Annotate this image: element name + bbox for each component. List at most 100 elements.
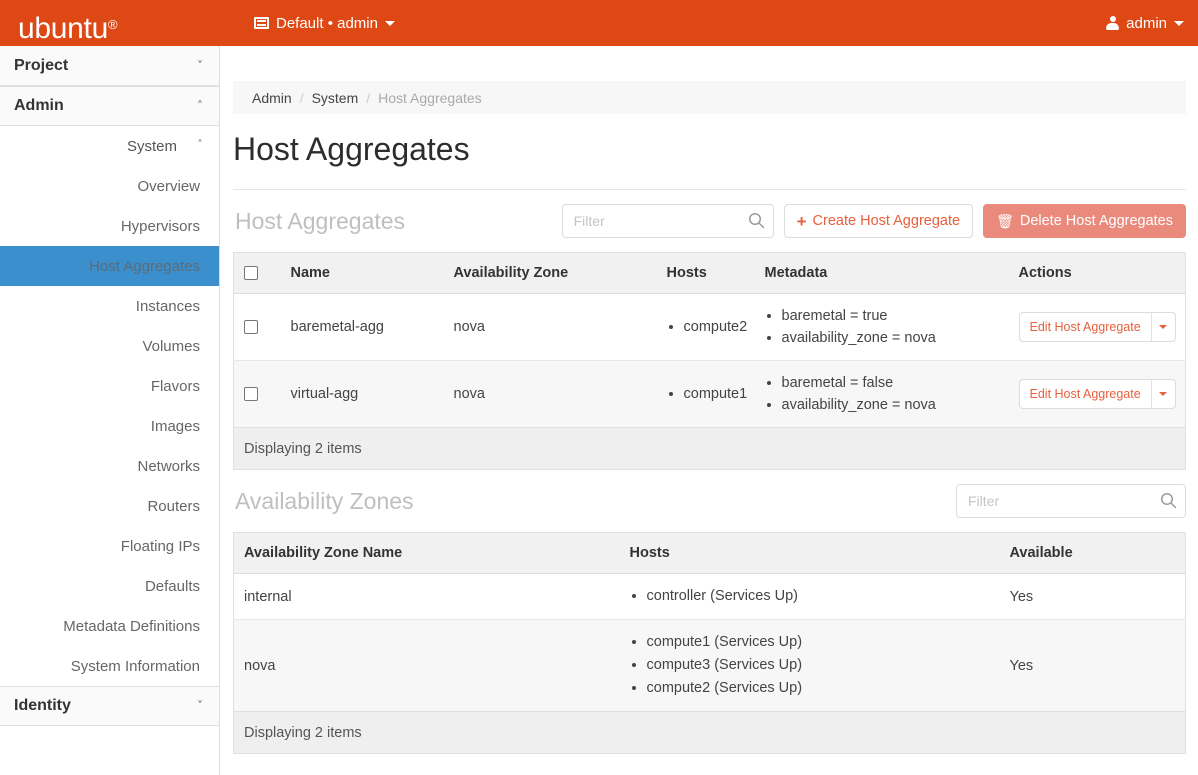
ubuntu-logo[interactable]: ubuntu®	[18, 4, 117, 48]
column-header-available: Available	[1000, 533, 1186, 574]
sidebar-group-project[interactable]: Project ˅	[0, 46, 219, 86]
breadcrumb-item-current: Host Aggregates	[378, 90, 482, 106]
host-aggregates-actions: + Create Host Aggregate 🗑 Delete Host Ag…	[562, 204, 1186, 238]
row-actions-dropdown-toggle[interactable]	[1151, 380, 1175, 408]
sidebar-item-label: Images	[151, 418, 200, 435]
cell-zone-name: internal	[234, 574, 620, 620]
metadata-item: baremetal = true	[782, 305, 999, 327]
delete-host-aggregates-label: Delete Host Aggregates	[1020, 213, 1173, 229]
cell-name: virtual-agg	[281, 361, 444, 428]
sidebar-item-system-information[interactable]: System Information	[0, 646, 219, 686]
projects-list-icon	[254, 17, 269, 29]
chevron-down-icon	[1174, 21, 1184, 26]
sidebar-item-hypervisors[interactable]: Hypervisors	[0, 206, 219, 246]
row-select-cell	[234, 361, 281, 428]
sidebar-item-images[interactable]: Images	[0, 406, 219, 446]
host-item: compute2 (Services Up)	[647, 677, 990, 700]
table-row: nova compute1 (Services Up) compute3 (Se…	[234, 620, 1186, 712]
hosts-list: compute2	[667, 316, 745, 338]
delete-host-aggregates-button[interactable]: 🗑 Delete Host Aggregates	[983, 204, 1186, 238]
cell-hosts: compute1	[657, 361, 755, 428]
metadata-item: availability_zone = nova	[782, 394, 999, 416]
sidebar-item-label: Networks	[137, 458, 200, 475]
sidebar-item-label: Volumes	[142, 338, 200, 355]
plus-icon: +	[797, 213, 807, 230]
row-actions-button-group: Edit Host Aggregate	[1019, 379, 1176, 409]
create-host-aggregate-button[interactable]: + Create Host Aggregate	[784, 204, 973, 238]
table-header-row: Name Availability Zone Hosts Metadata Ac…	[234, 253, 1186, 294]
column-header-actions: Actions	[1009, 253, 1186, 294]
table-row: virtual-agg nova compute1 baremetal = fa…	[234, 361, 1186, 428]
availability-zones-section-title: Availability Zones	[233, 488, 414, 515]
sidebar-item-defaults[interactable]: Defaults	[0, 566, 219, 606]
select-all-checkbox[interactable]	[244, 266, 258, 280]
brand-text: ubuntu	[18, 12, 108, 45]
row-checkbox[interactable]	[244, 320, 258, 334]
top-navbar: ubuntu® Default • admin admin	[0, 0, 1198, 46]
user-menu[interactable]: admin	[1106, 0, 1184, 46]
metadata-item: availability_zone = nova	[782, 327, 999, 349]
sidebar-group-admin[interactable]: Admin ˄	[0, 86, 219, 126]
chevron-down-icon: ˅	[197, 60, 203, 72]
availability-zones-toolbar: Availability Zones	[233, 470, 1186, 532]
sidebar-group-project-label: Project	[14, 57, 68, 75]
column-header-availability-zone-name: Availability Zone Name	[234, 533, 620, 574]
sidebar-subgroup-system[interactable]: System ˄	[0, 126, 219, 166]
chevron-down-icon: ˅	[197, 700, 203, 712]
cell-metadata: baremetal = true availability_zone = nov…	[755, 294, 1009, 361]
sidebar-group-admin-label: Admin	[14, 97, 64, 115]
edit-host-aggregate-button[interactable]: Edit Host Aggregate	[1020, 313, 1151, 341]
metadata-list: baremetal = true availability_zone = nov…	[765, 305, 999, 349]
sidebar-item-host-aggregates[interactable]: Host Aggregates	[0, 246, 219, 286]
table-header-row: Availability Zone Name Hosts Available	[234, 533, 1186, 574]
host-aggregates-section: Host Aggregates + Create Host Aggregate …	[233, 190, 1186, 470]
cell-hosts: compute2	[657, 294, 755, 361]
host-aggregates-footer-text: Displaying 2 items	[234, 428, 1186, 470]
sidebar-item-label: Metadata Definitions	[63, 618, 200, 635]
sidebar-navigation: Project ˅ Admin ˄ System ˄ Overview Hype…	[0, 46, 220, 775]
sidebar-subgroup-system-label: System	[127, 138, 177, 155]
sidebar-item-volumes[interactable]: Volumes	[0, 326, 219, 366]
chevron-up-icon: ˄	[197, 100, 203, 112]
user-avatar-icon	[1106, 16, 1119, 30]
availability-zones-filter-input[interactable]	[956, 484, 1186, 518]
sidebar-group-identity[interactable]: Identity ˅	[0, 686, 219, 726]
host-aggregates-filter	[562, 204, 774, 238]
user-menu-label: admin	[1126, 15, 1167, 32]
trash-icon: 🗑	[996, 214, 1014, 228]
row-actions-dropdown-toggle[interactable]	[1151, 313, 1175, 341]
cell-availability-zone: nova	[444, 294, 657, 361]
host-item: controller (Services Up)	[647, 585, 990, 608]
sidebar-item-metadata-definitions[interactable]: Metadata Definitions	[0, 606, 219, 646]
cell-hosts: controller (Services Up)	[620, 574, 1000, 620]
host-item: compute2	[684, 316, 745, 338]
sidebar-item-label: Routers	[147, 498, 200, 515]
sidebar-item-networks[interactable]: Networks	[0, 446, 219, 486]
edit-host-aggregate-button[interactable]: Edit Host Aggregate	[1020, 380, 1151, 408]
metadata-list: baremetal = false availability_zone = no…	[765, 372, 999, 416]
cell-available: Yes	[1000, 574, 1186, 620]
sidebar-item-overview[interactable]: Overview	[0, 166, 219, 206]
availability-zones-section: Availability Zones Availability Zone Nam…	[233, 470, 1186, 754]
context-switcher[interactable]: Default • admin	[248, 0, 401, 46]
sidebar-item-label: Host Aggregates	[89, 258, 200, 275]
sidebar-item-floating-ips[interactable]: Floating IPs	[0, 526, 219, 566]
host-aggregates-filter-input[interactable]	[562, 204, 774, 238]
breadcrumb-item-system[interactable]: System	[312, 90, 359, 106]
breadcrumb-separator: /	[366, 90, 370, 106]
breadcrumb-item-admin[interactable]: Admin	[252, 90, 292, 106]
breadcrumb-separator: /	[300, 90, 304, 106]
cell-actions: Edit Host Aggregate	[1009, 361, 1186, 428]
sidebar-item-routers[interactable]: Routers	[0, 486, 219, 526]
brand-registered-mark: ®	[108, 17, 117, 32]
breadcrumb: Admin / System / Host Aggregates	[233, 81, 1186, 114]
sidebar-item-flavors[interactable]: Flavors	[0, 366, 219, 406]
row-checkbox[interactable]	[244, 387, 258, 401]
sidebar-item-label: Overview	[137, 178, 200, 195]
column-header-metadata: Metadata	[755, 253, 1009, 294]
host-aggregates-section-title: Host Aggregates	[233, 208, 405, 235]
availability-zones-actions	[956, 484, 1186, 518]
sidebar-item-label: Flavors	[151, 378, 200, 395]
cell-name: baremetal-agg	[281, 294, 444, 361]
sidebar-item-instances[interactable]: Instances	[0, 286, 219, 326]
